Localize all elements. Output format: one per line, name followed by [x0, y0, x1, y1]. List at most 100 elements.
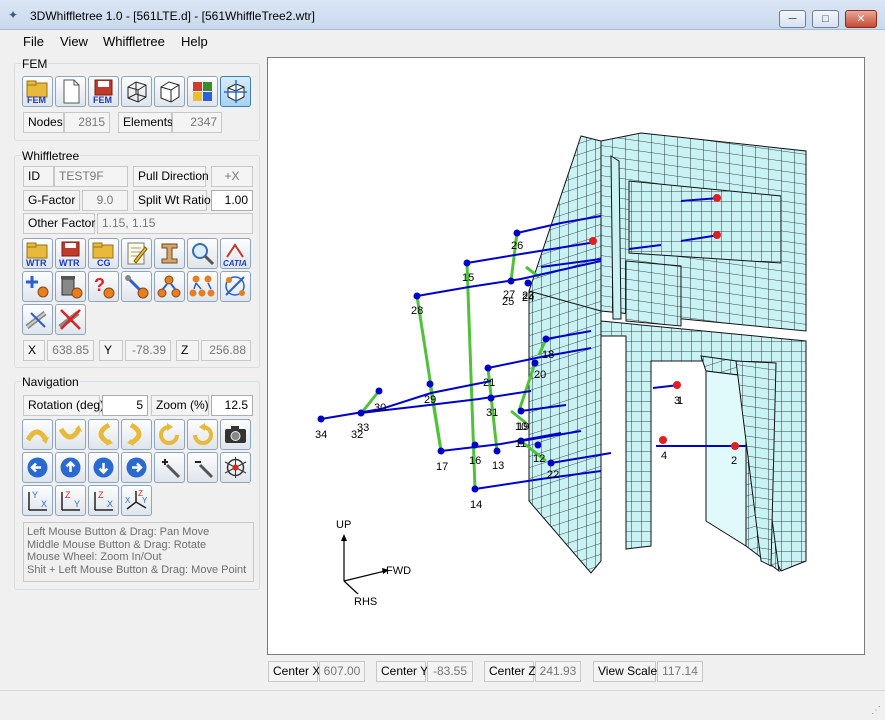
- new-fem-button[interactable]: [55, 76, 86, 107]
- center-y-label: Center Y: [376, 661, 428, 682]
- disconnect-button[interactable]: [55, 304, 86, 335]
- split-ratio-field[interactable]: 1.00: [211, 190, 253, 211]
- trash-icon: [61, 276, 83, 299]
- other-factor-field[interactable]: 1.15, 1.15: [97, 213, 253, 234]
- split-point-icon: [157, 275, 181, 298]
- view-xy-button[interactable]: YX: [22, 485, 53, 516]
- gfactor-field[interactable]: 9.0: [82, 190, 128, 211]
- reset-view-button[interactable]: [220, 452, 251, 483]
- move-point-button[interactable]: [121, 271, 152, 302]
- axis-zx-icon: ZX: [94, 490, 113, 511]
- connect-button[interactable]: [22, 304, 53, 335]
- menu-help[interactable]: Help: [181, 34, 208, 49]
- svg-text:22: 22: [547, 469, 559, 481]
- shaded-cube-icon: [224, 80, 247, 103]
- fem-group-label: FEM: [21, 57, 49, 71]
- hint-line: Mouse Wheel: Zoom In/Out: [27, 551, 162, 563]
- magnifier-icon: [192, 243, 215, 266]
- color-view-button[interactable]: [187, 76, 218, 107]
- save-fem-button[interactable]: FEM: [88, 76, 119, 107]
- zoom-in-icon: [162, 459, 181, 479]
- beam-button[interactable]: [154, 238, 185, 269]
- arrow-down-icon: [93, 457, 114, 478]
- svg-text:X: X: [107, 499, 113, 509]
- gfactor-label: G-Factor: [23, 190, 80, 211]
- pan-up-button[interactable]: [55, 452, 86, 483]
- view-zx-button[interactable]: ZX: [88, 485, 119, 516]
- maximize-button[interactable]: □: [812, 10, 839, 28]
- rotate-tree-button[interactable]: [220, 271, 251, 302]
- zoom-input[interactable]: 12.5: [211, 395, 253, 416]
- svg-text:18: 18: [542, 349, 554, 361]
- delete-point-button[interactable]: [55, 271, 86, 302]
- svg-text:WTR: WTR: [59, 258, 80, 268]
- query-point-button[interactable]: ?: [88, 271, 119, 302]
- rotate-left-icon: [98, 422, 113, 446]
- zoom-in-button[interactable]: [154, 452, 185, 483]
- search-button[interactable]: [187, 238, 218, 269]
- save-wtr-button[interactable]: WTR: [55, 238, 86, 269]
- axis-fwd-label: FWD: [386, 565, 411, 577]
- svg-text:WTR: WTR: [26, 258, 47, 268]
- menu-whiffletree[interactable]: Whiffletree: [103, 34, 165, 49]
- solid-view-button[interactable]: [154, 76, 185, 107]
- open-cg-button[interactable]: CG: [88, 238, 119, 269]
- rotate-tree-icon: [225, 276, 245, 296]
- screenshot-button[interactable]: [220, 419, 251, 450]
- question-point-icon: ?: [94, 275, 115, 299]
- y-coordinate-field[interactable]: -78.39: [125, 340, 171, 361]
- id-field[interactable]: TEST9F: [54, 166, 128, 187]
- rotate-right-button[interactable]: [121, 419, 152, 450]
- x-coordinate-field[interactable]: 638.85: [47, 340, 94, 361]
- zoom-out-button[interactable]: [187, 452, 218, 483]
- add-point-button[interactable]: [22, 271, 53, 302]
- axis-isometric-icon: ZX Y: [125, 489, 148, 510]
- menu-view[interactable]: View: [60, 34, 88, 49]
- edit-button[interactable]: [121, 238, 152, 269]
- rotate-left-button[interactable]: [88, 419, 119, 450]
- resize-grip-icon[interactable]: ⋰: [871, 705, 881, 716]
- view-iso-button[interactable]: ZXY: [121, 485, 152, 516]
- axis-rhs-label: RHS: [354, 596, 377, 608]
- split-point-button[interactable]: [154, 271, 185, 302]
- open-wtr-button[interactable]: WTR: [22, 238, 53, 269]
- svg-text:FEM: FEM: [27, 95, 46, 105]
- shaded-view-button[interactable]: [220, 76, 251, 107]
- svg-text:2: 2: [731, 455, 737, 467]
- split-ratio-label: Split Wt Ratio: [133, 190, 211, 211]
- rotation-input[interactable]: 5: [102, 395, 148, 416]
- rotate-down-button[interactable]: [55, 419, 86, 450]
- y-label: Y: [99, 340, 123, 361]
- svg-text:4: 4: [661, 450, 667, 462]
- view-zy-button[interactable]: ZY: [55, 485, 86, 516]
- svg-text:33: 33: [357, 422, 369, 434]
- 3d-viewport[interactable]: 1 2 3 4 10 11 12 13 14 15 16 17 18 19 20…: [267, 57, 865, 655]
- open-fem-icon: FEM: [26, 80, 48, 105]
- svg-text:CG: CG: [97, 258, 111, 268]
- pan-right-button[interactable]: [121, 452, 152, 483]
- catia-logo-icon: CATIA: [223, 243, 247, 268]
- rotate-ccw-button[interactable]: [187, 419, 218, 450]
- i-beam-icon: [161, 243, 178, 264]
- camera-icon: [225, 426, 246, 443]
- window-title: 3DWhiffletree 1.0 - [561LTE.d] - [561Whi…: [30, 9, 316, 23]
- rotate-cw-button[interactable]: [154, 419, 185, 450]
- svg-text:X: X: [125, 496, 131, 505]
- pan-left-button[interactable]: [22, 452, 53, 483]
- mouse-hints-panel: Left Mouse Button & Drag: Pan Move Middl…: [23, 522, 254, 582]
- open-fem-button[interactable]: FEM: [22, 76, 53, 107]
- distribute-points-button[interactable]: [187, 271, 218, 302]
- catia-button[interactable]: CATIA: [220, 238, 251, 269]
- close-button[interactable]: ✕: [845, 10, 877, 28]
- z-label: Z: [176, 340, 199, 361]
- rotate-down-icon: [58, 425, 82, 440]
- id-label: ID: [23, 166, 54, 187]
- pan-down-button[interactable]: [88, 452, 119, 483]
- pull-direction-label: Pull Direction: [133, 166, 209, 187]
- minimize-button[interactable]: ─: [779, 10, 806, 28]
- menu-file[interactable]: File: [23, 34, 44, 49]
- rotate-up-button[interactable]: [22, 419, 53, 450]
- wireframe-view-button[interactable]: [121, 76, 152, 107]
- z-coordinate-field[interactable]: 256.88: [201, 340, 251, 361]
- pull-direction-field[interactable]: +X: [211, 166, 253, 187]
